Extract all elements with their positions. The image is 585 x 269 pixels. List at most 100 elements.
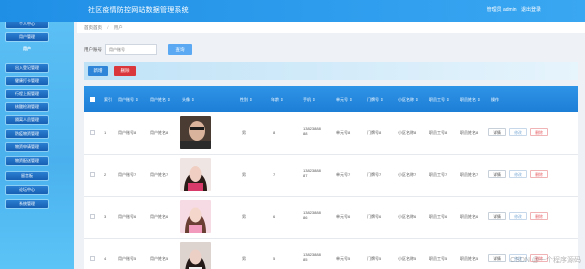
row-staff-name: 职员姓名5 <box>460 256 479 261</box>
table-row: 4 用户账号5 用户姓名5 男 5 13823888 85 单元号5 门牌号5 小… <box>84 238 578 269</box>
app-title: 社区疫情防控网站数据管理系统 <box>88 7 189 14</box>
col-age[interactable]: 年龄 ⇕ <box>271 86 291 112</box>
avatar <box>180 242 211 269</box>
col-unit[interactable]: 单元号 ⇕ <box>336 86 362 112</box>
sidebar-item-test[interactable]: 核酸检测管理 <box>6 103 48 111</box>
top-header: 社区疫情防控网站数据管理系统 管理员 admin 退出登录 <box>0 0 585 22</box>
edit-button[interactable]: 修改 <box>509 170 527 178</box>
row-community: 小区名称8 <box>398 130 417 135</box>
col-actions: 操作 <box>491 96 499 102</box>
sidebar-item-entry[interactable]: 出入登记管理 <box>6 64 48 72</box>
row-checkbox[interactable] <box>90 214 95 219</box>
table-row: 1 用户账号8 用户姓名8 男 8 13823888 88 单元号8 门牌号8 小… <box>84 112 578 155</box>
edit-button[interactable]: 修改 <box>509 128 527 136</box>
row-account: 用户账号8 <box>118 130 137 135</box>
breadcrumb-home[interactable]: 首页首页 <box>84 25 102 30</box>
row-unit: 单元号6 <box>336 214 351 219</box>
row-gender: 男 <box>242 130 246 135</box>
sidebar-item-user[interactable]: 用户 <box>6 45 48 53</box>
detail-button[interactable]: 详情 <box>488 254 506 262</box>
row-account: 用户账号5 <box>118 256 137 261</box>
row-staff-name: 职员姓名6 <box>460 214 479 219</box>
row-name: 用户姓名5 <box>150 256 169 261</box>
row-phone: 13823888 87 <box>303 168 321 178</box>
sidebar-item-user-mgmt[interactable]: 用户管理 <box>6 33 48 41</box>
welcome-text: 管理员 admin <box>486 7 517 13</box>
detail-button[interactable]: 详情 <box>488 212 506 220</box>
edit-button[interactable]: 修改 <box>509 212 527 220</box>
row-community: 小区名称5 <box>398 256 417 261</box>
search-input[interactable] <box>105 44 157 55</box>
user-info: 管理员 admin 退出登录 <box>484 6 541 13</box>
detail-button[interactable]: 详情 <box>488 170 506 178</box>
logout-link[interactable]: 退出登录 <box>521 7 541 13</box>
row-checkbox[interactable] <box>90 130 95 135</box>
sidebar-item-supplies[interactable]: 防疫物资管理 <box>6 130 48 138</box>
row-name: 用户姓名6 <box>150 214 169 219</box>
row-community: 小区名称6 <box>398 214 417 219</box>
row-door: 门牌号5 <box>367 256 382 261</box>
col-phone[interactable]: 手机 ⇕ <box>303 86 325 112</box>
row-age: 7 <box>273 172 276 177</box>
row-unit: 单元号7 <box>336 172 351 177</box>
sidebar-item-supply-apply[interactable]: 物资申请管理 <box>6 143 48 151</box>
avatar <box>180 200 211 233</box>
sidebar-item-isolation[interactable]: 隔离人员管理 <box>6 116 48 124</box>
row-door: 门牌号8 <box>367 130 382 135</box>
row-account: 用户账号7 <box>118 172 137 177</box>
sidebar-item-trip[interactable]: 行程上报管理 <box>6 90 48 98</box>
detail-button[interactable]: 详情 <box>488 128 506 136</box>
sidebar-item-system[interactable]: 系统管理 <box>6 200 48 208</box>
breadcrumb: 首页首页 / 用户 <box>77 22 585 33</box>
row-age: 8 <box>273 130 276 135</box>
row-index: 3 <box>104 214 107 219</box>
col-staff-no[interactable]: 职员工号 ⇕ <box>429 86 457 112</box>
table-header: 索引 用户账号 ⇕ 用户姓名 ⇕ 头像 ⇕ 性别 ⇕ 年龄 ⇕ 手机 ⇕ 单元号… <box>84 86 578 112</box>
sidebar-item-forum[interactable]: 论坛中心 <box>6 186 48 194</box>
col-staff-name[interactable]: 职员姓名 ⇕ <box>460 86 488 112</box>
row-checkbox[interactable] <box>90 256 95 261</box>
row-age: 5 <box>273 256 276 261</box>
row-gender: 男 <box>242 172 246 177</box>
breadcrumb-current: 用户 <box>113 25 123 30</box>
avatar <box>180 116 211 149</box>
row-index: 2 <box>104 172 107 177</box>
row-community: 小区名称7 <box>398 172 417 177</box>
add-button[interactable]: 新增 <box>88 66 108 76</box>
sidebar: 系统首页 个人中心 用户管理 用户 出入登记管理 健康打卡管理 行程上报管理 核… <box>0 0 74 269</box>
sidebar-item-delivery[interactable]: 物资配送管理 <box>6 157 48 165</box>
col-index: 索引 <box>104 96 112 102</box>
row-age: 6 <box>273 214 276 219</box>
watermark: CSDN @一个程序源码 <box>510 257 581 264</box>
row-delete-button[interactable]: 删除 <box>530 128 548 136</box>
row-staff-no: 职员工号7 <box>429 172 448 177</box>
row-delete-button[interactable]: 删除 <box>530 212 548 220</box>
col-avatar[interactable]: 头像 ⇕ <box>182 86 210 112</box>
row-delete-button[interactable]: 删除 <box>530 170 548 178</box>
row-door: 门牌号7 <box>367 172 382 177</box>
delete-button[interactable]: 删除 <box>114 66 136 76</box>
table-row: 2 用户账号7 用户姓名7 男 7 13823888 87 单元号7 门牌号7 小… <box>84 154 578 197</box>
col-community[interactable]: 小区名称 ⇕ <box>398 86 426 112</box>
row-staff-no: 职员工号8 <box>429 130 448 135</box>
row-phone: 13823888 88 <box>303 126 321 136</box>
row-staff-name: 职员姓名7 <box>460 172 479 177</box>
user-table: 索引 用户账号 ⇕ 用户姓名 ⇕ 头像 ⇕ 性别 ⇕ 年龄 ⇕ 手机 ⇕ 单元号… <box>84 86 578 269</box>
col-gender[interactable]: 性别 ⇕ <box>240 86 260 112</box>
row-phone: 13823888 86 <box>303 210 321 220</box>
row-checkbox[interactable] <box>90 172 95 177</box>
sidebar-item-checkin[interactable]: 健康打卡管理 <box>6 77 48 85</box>
table-row: 3 用户账号6 用户姓名6 男 6 13823888 86 单元号6 门牌号6 小… <box>84 196 578 239</box>
avatar <box>180 158 211 191</box>
row-name: 用户姓名8 <box>150 130 169 135</box>
breadcrumb-separator: / <box>107 25 109 30</box>
col-door[interactable]: 门牌号 ⇕ <box>367 86 393 112</box>
select-all-checkbox[interactable] <box>90 97 95 102</box>
row-gender: 男 <box>242 214 246 219</box>
search-button[interactable]: 查询 <box>168 44 192 55</box>
sidebar-item-board[interactable]: 留言板 <box>6 172 48 180</box>
row-unit: 单元号8 <box>336 130 351 135</box>
col-account[interactable]: 用户账号 ⇕ <box>118 86 146 112</box>
col-name[interactable]: 用户姓名 ⇕ <box>150 86 176 112</box>
row-account: 用户账号6 <box>118 214 137 219</box>
